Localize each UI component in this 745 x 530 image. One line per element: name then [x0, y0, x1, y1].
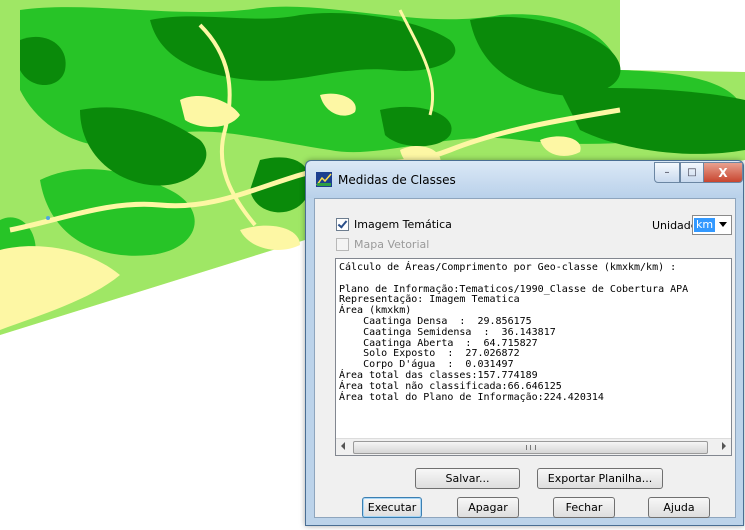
close-icon: X — [718, 165, 728, 180]
scroll-left-arrow-icon[interactable] — [341, 442, 345, 450]
mapa-vetorial-checkbox[interactable]: Mapa Vetorial — [336, 238, 429, 251]
grip-icon — [526, 445, 536, 450]
unidade-value: km — [694, 218, 716, 232]
checkbox-unchecked-icon — [336, 238, 349, 251]
close-button[interactable]: X — [703, 162, 743, 183]
ajuda-button[interactable]: Ajuda — [648, 497, 710, 518]
unidade-select[interactable]: km — [692, 215, 732, 235]
checkbox-checked-icon — [336, 218, 349, 231]
mapa-vetorial-label: Mapa Vetorial — [354, 238, 430, 251]
window-title: Medidas de Classes — [338, 173, 456, 187]
title-bar[interactable]: Medidas de Classes – □ X — [306, 161, 743, 198]
chevron-down-icon — [719, 222, 727, 227]
map-area-water — [46, 216, 50, 220]
minimize-button[interactable]: – — [654, 162, 680, 183]
imagem-tematica-label: Imagem Temática — [354, 218, 452, 231]
salvar-button[interactable]: Salvar... — [415, 468, 520, 489]
minimize-icon: – — [664, 167, 670, 178]
apagar-button[interactable]: Apagar — [457, 497, 519, 518]
dialog-body: Imagem Temática Mapa Vetorial Unidade: k… — [314, 198, 736, 518]
results-text: Cálculo de Áreas/Comprimento por Geo-cla… — [339, 262, 689, 403]
results-text-area[interactable]: Cálculo de Áreas/Comprimento por Geo-cla… — [335, 258, 732, 456]
fechar-button[interactable]: Fechar — [553, 497, 615, 518]
executar-button[interactable]: Executar — [362, 497, 422, 518]
maximize-icon: □ — [687, 167, 697, 178]
scroll-right-arrow-icon[interactable] — [722, 442, 726, 450]
imagem-tematica-checkbox[interactable]: Imagem Temática — [336, 218, 452, 231]
horizontal-scrollbar[interactable] — [336, 438, 731, 455]
exportar-planilha-button[interactable]: Exportar Planilha... — [537, 468, 663, 489]
scrollbar-thumb[interactable] — [353, 441, 708, 454]
medidas-de-classes-dialog: Medidas de Classes – □ X Imagem Temática… — [305, 160, 744, 526]
app-icon — [316, 172, 332, 187]
maximize-button[interactable]: □ — [680, 162, 704, 183]
